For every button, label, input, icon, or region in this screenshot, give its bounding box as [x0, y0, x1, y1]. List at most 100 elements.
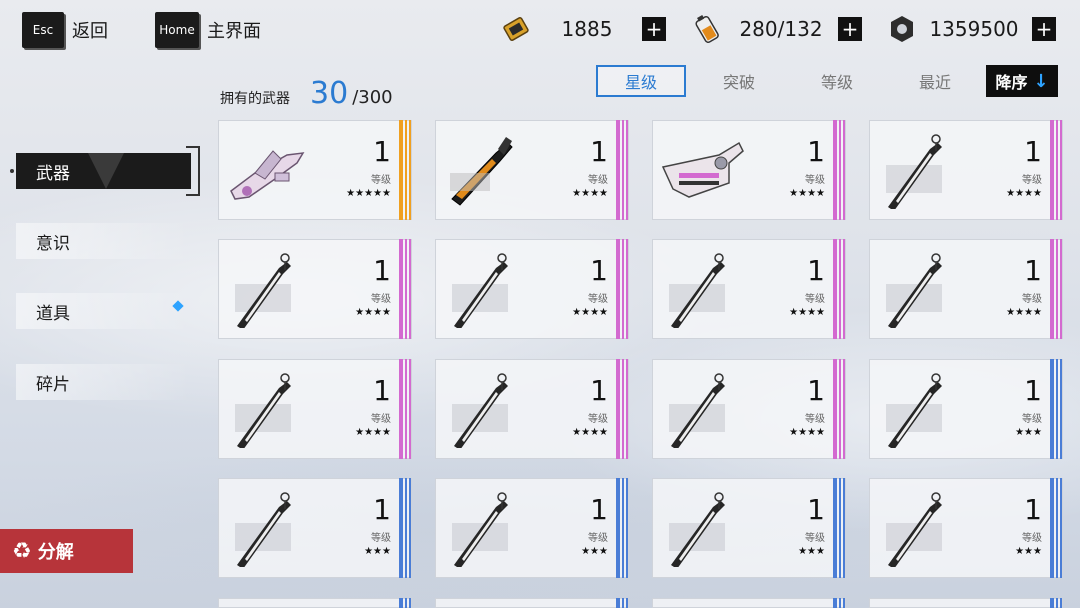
rarity-bar [833, 359, 845, 459]
nut-coin-icon [891, 16, 913, 42]
weapon-card[interactable]: 1 等级 ★★★★ [652, 239, 846, 339]
weapon-image [225, 252, 311, 330]
tab-sort-breakthrough[interactable]: 突破 [694, 65, 784, 97]
resource-crystal: 1885 + [500, 12, 666, 46]
weapon-level-label: 等级 [1022, 175, 1042, 186]
weapon-card[interactable]: 1 等级 ★★★ [869, 478, 1063, 578]
weapon-image [876, 252, 962, 330]
top-bar: Esc 返回 Home 主界面 1885 + 280/132 + 1359500… [0, 0, 1080, 60]
rarity-bar [1050, 239, 1062, 339]
decompose-button[interactable]: ♻ 分解 [0, 529, 133, 573]
weapon-level-label: 等级 [371, 294, 391, 305]
weapon-stars: ★★★★ [572, 307, 608, 318]
weapon-stars: ★★★★ [1006, 188, 1042, 199]
weapon-image [442, 491, 528, 569]
weapon-level: 1 [807, 493, 825, 526]
rarity-bar [1050, 359, 1062, 459]
weapon-stars: ★★★★★ [346, 188, 391, 199]
rarity-bar [399, 239, 411, 339]
weapon-card[interactable]: 1 等级 ★★★ [652, 478, 846, 578]
sidebar-item-fragments[interactable]: 碎片 [16, 364, 191, 400]
weapon-stars: ★★★ [581, 546, 608, 557]
add-crystal-button[interactable]: + [642, 17, 666, 41]
weapon-level: 1 [1024, 493, 1042, 526]
weapon-card[interactable]: 1 等级 ★★★ [435, 478, 629, 578]
rarity-bar [399, 359, 411, 459]
sort-order-label: 降序 [995, 73, 1028, 92]
tab-sort-recent[interactable]: 最近 [890, 65, 980, 97]
tab-decoration [88, 153, 124, 189]
home-button[interactable]: Home 主界面 [155, 12, 261, 48]
weapon-image [876, 491, 962, 569]
resource-stamina: 280/132 + [692, 12, 862, 46]
weapon-image [659, 133, 745, 209]
weapon-image [225, 133, 311, 209]
weapon-card[interactable]: 1 等级 ★★★★ [652, 359, 846, 459]
rarity-bar [1050, 120, 1062, 220]
sidebar-item-items[interactable]: 道具 [16, 293, 191, 329]
weapon-image [659, 252, 745, 330]
weapon-level: 1 [590, 374, 608, 407]
sidebar-item-stigmata[interactable]: 意识 [16, 223, 191, 259]
rarity-bar [616, 120, 628, 220]
weapon-card[interactable] [218, 598, 412, 608]
sidebar-item-label: 道具 [36, 303, 70, 324]
weapon-image [659, 372, 745, 450]
weapon-image [442, 133, 528, 209]
weapon-stars: ★★★ [798, 546, 825, 557]
weapon-card[interactable] [869, 598, 1063, 608]
weapon-card[interactable]: 1 等级 ★★★ [869, 359, 1063, 459]
weapon-image [876, 372, 962, 450]
tab-sort-level[interactable]: 等级 [792, 65, 882, 97]
resource-value: 280/132 [739, 17, 823, 41]
weapon-level: 1 [807, 254, 825, 287]
weapon-card[interactable]: 1 等级 ★★★★ [435, 120, 629, 220]
weapon-image [225, 491, 311, 569]
sidebar-item-weapons[interactable]: 武器 [16, 153, 191, 189]
resource-value: 1885 [561, 17, 613, 41]
selection-bracket [186, 146, 200, 196]
weapon-card[interactable] [435, 598, 629, 608]
weapon-stars: ★★★★ [355, 427, 391, 438]
rarity-bar [1050, 598, 1062, 608]
weapon-card[interactable]: 1 等级 ★★★ [218, 478, 412, 578]
owned-count: 30 [310, 76, 349, 111]
add-coins-button[interactable]: + [1032, 17, 1056, 41]
weapon-level-label: 等级 [588, 175, 608, 186]
gold-ticket-icon [503, 17, 529, 41]
sort-order-button[interactable]: 降序 ↓ [986, 65, 1058, 97]
weapon-card[interactable]: 1 等级 ★★★★ [435, 239, 629, 339]
weapon-card[interactable]: 1 等级 ★★★★ [218, 239, 412, 339]
rarity-bar [616, 359, 628, 459]
weapon-card[interactable]: 1 等级 ★★★★ [218, 359, 412, 459]
weapon-image [659, 491, 745, 569]
weapon-level: 1 [590, 135, 608, 168]
weapon-level: 1 [373, 374, 391, 407]
back-button[interactable]: Esc 返回 [22, 12, 108, 48]
weapon-level: 1 [590, 254, 608, 287]
rarity-bar [399, 120, 411, 220]
rarity-bar [833, 120, 845, 220]
add-stamina-button[interactable]: + [838, 17, 862, 41]
weapon-card[interactable]: 1 等级 ★★★★ [435, 359, 629, 459]
capacity: /300 [352, 87, 393, 108]
weapon-level-label: 等级 [371, 175, 391, 186]
battery-icon [695, 15, 719, 44]
resource-coins: 1359500 + [888, 12, 1056, 46]
weapon-card[interactable]: 1 等级 ★★★★ [869, 239, 1063, 339]
sidebar-item-label: 武器 [36, 163, 70, 184]
weapon-stars: ★★★★ [355, 307, 391, 318]
rarity-bar [833, 478, 845, 578]
weapon-card[interactable]: 1 等级 ★★★★ [652, 120, 846, 220]
weapon-level-label: 等级 [805, 175, 825, 186]
weapon-stars: ★★★★ [572, 427, 608, 438]
weapon-level: 1 [1024, 135, 1042, 168]
weapon-level: 1 [590, 493, 608, 526]
weapon-level-label: 等级 [588, 414, 608, 425]
weapon-card[interactable]: 1 等级 ★★★★★ [218, 120, 412, 220]
rarity-bar [616, 239, 628, 339]
tab-sort-stars[interactable]: 星级 [596, 65, 686, 97]
weapon-card[interactable]: 1 等级 ★★★★ [869, 120, 1063, 220]
rarity-bar [833, 239, 845, 339]
weapon-card[interactable] [652, 598, 846, 608]
